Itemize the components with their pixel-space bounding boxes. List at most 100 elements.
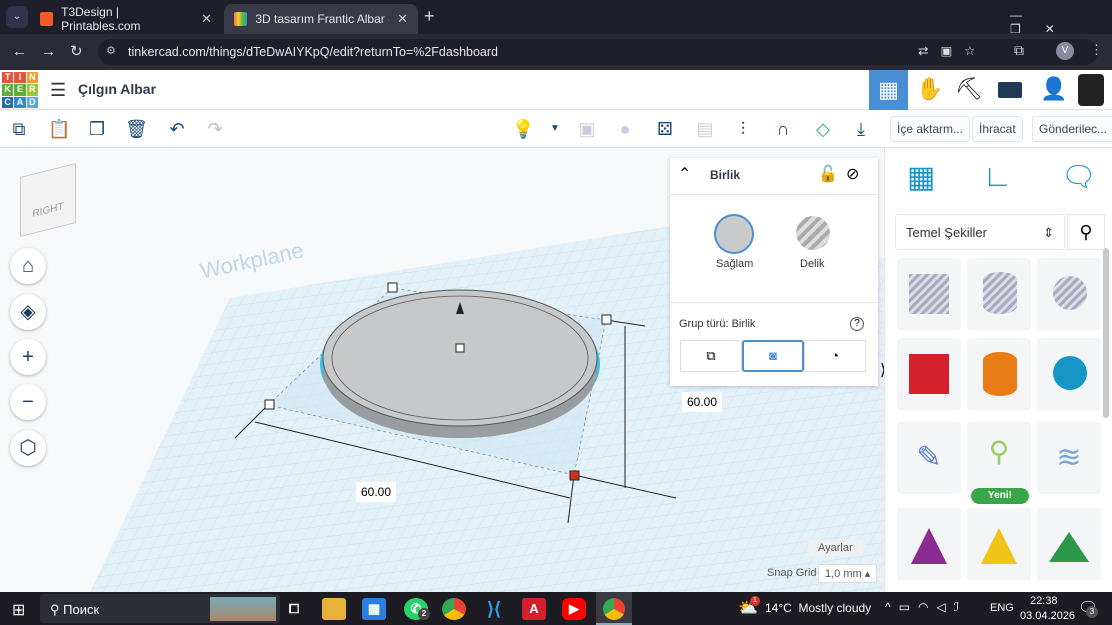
clock-time[interactable]: 22:38 [1030,595,1058,607]
hole-button[interactable] [796,216,830,250]
group-icon[interactable]: ▣ [576,118,598,140]
tab-search-button[interactable]: ⌄ [6,6,28,28]
workplane-icon[interactable]: ◇ [812,118,834,140]
copy-icon[interactable]: ⧉ [8,118,30,140]
cruise-icon[interactable]: ⚄ [654,118,676,140]
undo-icon[interactable]: ↶ [166,118,188,140]
fit-view-button[interactable]: ◈ [10,294,46,330]
mirror-icon[interactable]: ⫶ [732,118,754,140]
width-dimension[interactable]: 60.00 [356,482,397,502]
autocad-icon[interactable]: A [522,598,546,620]
collapse-chevron-icon[interactable]: ⌃ [678,164,691,184]
extensions-icon[interactable]: ⧉ [1014,42,1024,59]
design-menu-icon[interactable]: ☰ [50,80,66,101]
delete-icon[interactable]: 🗑 [125,118,148,140]
shape-library-panel: ▦ ∟ 🗨 Temel Şekiller ⇕ ⚲ ✎ ⚲ Yeni! ≋ [884,148,1112,592]
drop-icon[interactable]: ⤓ [850,118,872,140]
shape-category-select[interactable]: Temel Şekiller ⇕ [895,214,1065,250]
depth-dimension[interactable]: 60.00 [682,392,723,412]
youtube-icon[interactable]: ▶ [562,598,586,620]
file-explorer-icon[interactable] [322,598,346,620]
nav-buttons[interactable]: ←→↻ [12,42,97,60]
shape-cylinder-hole[interactable] [967,258,1031,330]
shape-pyramid[interactable] [967,508,1031,580]
logo-letter: R [26,84,38,96]
search-icon[interactable]: ⚲ [1067,214,1105,250]
notifications-icon[interactable]: 🗨3 [1078,598,1098,618]
system-tray-icons[interactable]: ^▭◠◁ℐ [885,600,967,614]
user-avatar[interactable] [1078,74,1104,106]
duplicate-icon[interactable]: ❐ [86,118,108,140]
group-mode-outline-button[interactable]: ⧉ [680,340,742,372]
ungroup-icon[interactable]: ● [614,118,636,140]
shape-new-spinner[interactable]: ⚲ Yeni! [967,422,1031,504]
align-icon[interactable]: ▤ [694,118,716,140]
chevron-down-icon[interactable]: ▼ [544,118,566,140]
lego-brick-icon[interactable] [998,82,1022,98]
zoom-in-button[interactable]: + [10,339,46,375]
new-tab-button[interactable]: + [424,6,435,27]
start-button[interactable]: ⊞ [12,600,25,620]
shape-scribble[interactable]: ✎ [897,422,961,494]
profile-avatar[interactable]: V [1056,42,1074,60]
taskbar-search[interactable]: ⚲ Поиск [40,594,280,623]
chrome-active-taskbar-button[interactable] [596,592,632,625]
group-mode-union-button[interactable]: ◙ [742,340,804,372]
shape-sphere[interactable] [1037,338,1101,410]
light-bulb-icon[interactable]: 💡 [512,118,534,140]
import-button[interactable]: İçe aktarm... [890,116,971,142]
grid-view-icon[interactable]: ▦ [907,160,935,195]
tab-tinkercad[interactable]: 3D tasarım Frantic Albar - Tinke ✕ [224,4,418,34]
zoom-out-button[interactable]: − [10,384,46,420]
shape-sphere-hole[interactable] [1037,258,1101,330]
lock-icon[interactable]: 🔓 [818,164,838,184]
clock-date[interactable]: 03.04.2026 [1020,610,1075,622]
help-icon[interactable]: ? [850,317,864,331]
browser-menu-icon[interactable]: ⋮ [1090,42,1103,58]
solid-button[interactable] [714,214,754,254]
url-input[interactable]: tinkercad.com/things/dTeDwAIYKpQ/edit?re… [98,39,1098,65]
snap-grid-label: Snap Grid [767,567,817,579]
shape-cone[interactable] [897,508,961,580]
task-view-icon[interactable]: ⧠ [282,598,306,620]
translate-install-bookmark-icons[interactable]: ⇄▣☆ [918,43,988,58]
hide-icon[interactable]: ⊘ [846,164,859,184]
weather-text[interactable]: 14°C Mostly cloudy [765,601,871,615]
ruler-icon[interactable]: ∟ [983,160,1012,194]
window-controls[interactable]: —❐✕ [1010,8,1112,36]
hole-label: Delik [800,258,825,270]
library-scrollbar[interactable] [1103,248,1109,418]
workplane-label: Workplane [198,237,306,283]
send-to-button[interactable]: Gönderilec... [1032,116,1112,142]
paste-icon[interactable]: 📋 [48,118,70,140]
minecraft-pickaxe-icon[interactable]: ⛏ [955,76,983,102]
3d-design-view-button[interactable]: ▦ [869,70,908,110]
redo-icon[interactable]: ↷ [204,118,226,140]
invite-user-icon[interactable]: 👤 [1040,76,1067,102]
shape-roof[interactable] [1037,508,1101,580]
chrome-icon[interactable] [442,598,466,620]
design-title[interactable]: Çılgın Albar [78,81,156,97]
tinkercad-logo[interactable]: TIN KER CAD [2,72,38,108]
shape-cylinder[interactable] [967,338,1031,410]
perspective-button[interactable]: ⬡ [10,430,46,466]
home-view-button[interactable]: ⌂ [10,248,46,284]
magnet-icon[interactable]: ∩ [772,118,794,140]
settings-button[interactable]: Ayarlar [808,540,863,556]
blocks-icon[interactable]: ✋ [916,76,943,102]
store-icon[interactable]: ▦ [362,598,386,620]
site-info-icon[interactable]: ⚙ [106,44,116,57]
close-tab-icon[interactable]: ✕ [201,11,212,27]
language-indicator[interactable]: ENG [990,602,1014,614]
notes-icon[interactable]: 🗨 [1061,160,1097,193]
snap-grid-select[interactable]: 1,0 mm ▴ [818,564,878,583]
vscode-icon[interactable]: ⟩⟨ [482,598,506,620]
shape-box-hole[interactable] [897,258,961,330]
close-tab-icon[interactable]: ✕ [397,11,408,27]
tab-printables[interactable]: T3Design | Printables.com ✕ [30,4,222,34]
whatsapp-icon[interactable]: ✆ 2 [404,598,430,620]
shape-box[interactable] [897,338,961,410]
export-button[interactable]: İhracat [972,116,1023,142]
group-mode-intersect-button[interactable]: ◔ [804,340,866,372]
shape-text-wave[interactable]: ≋ [1037,422,1101,494]
